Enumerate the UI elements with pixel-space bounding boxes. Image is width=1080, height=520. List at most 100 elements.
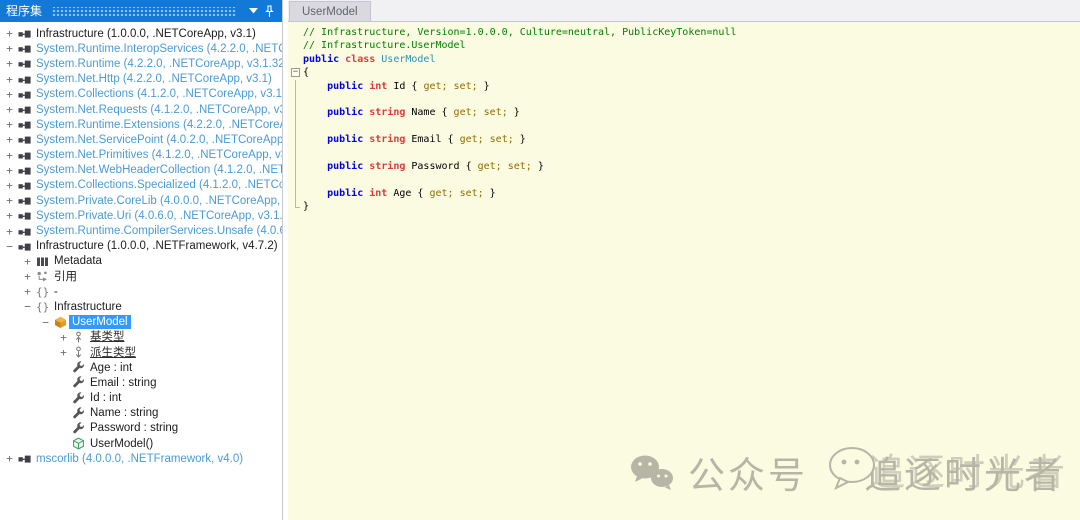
fold-gutter (290, 53, 303, 66)
assembly-icon (16, 133, 33, 147)
tree-item[interactable]: − UserModel (0, 315, 282, 330)
tree-item-label[interactable]: System.Runtime (4.2.2.0, .NETCoreApp, v3… (33, 57, 282, 71)
expand-icon[interactable]: + (3, 28, 16, 39)
tree-item[interactable]: + 引用 (0, 269, 282, 284)
tree-item[interactable]: Email : string (0, 375, 282, 390)
tree-item-label[interactable]: Name : string (87, 406, 161, 420)
assemblies-panel-header[interactable]: 程序集 (0, 0, 282, 22)
tree-item-label[interactable]: Id : int (87, 391, 124, 405)
expand-icon[interactable]: + (3, 119, 16, 130)
tree-item-label[interactable]: UserModel() (87, 437, 156, 451)
assembly-icon (16, 194, 33, 208)
pin-icon[interactable] (262, 3, 276, 19)
code-token: // Infrastructure.UserModel (303, 40, 466, 52)
tree-item-label[interactable]: Infrastructure (1.0.0.0, .NETFramework, … (33, 239, 281, 253)
tree-item[interactable]: + mscorlib (4.0.0.0, .NETFramework, v4.0) (0, 451, 282, 466)
tree-item-label[interactable]: System.Net.Http (4.2.2.0, .NETCoreApp, v… (33, 72, 275, 86)
code-view[interactable]: // Infrastructure, Version=1.0.0.0, Cult… (288, 22, 1080, 520)
watermark-name: 追逐时光者 (864, 455, 1064, 496)
tree-item[interactable]: + System.Collections (4.1.2.0, .NETCoreAp… (0, 87, 282, 102)
watermark: 公众号 追逐时光者 (628, 445, 1064, 506)
expand-icon[interactable]: + (21, 256, 34, 267)
tree-item-label[interactable]: 引用 (51, 270, 80, 284)
tree-item-label[interactable]: System.Net.Primitives (4.1.2.0, .NETCore… (33, 148, 282, 162)
tree-item-label[interactable]: Age : int (87, 361, 135, 375)
code-token: string (369, 107, 406, 119)
expand-icon[interactable]: + (3, 180, 16, 191)
expand-icon[interactable]: + (3, 104, 16, 115)
code-token: get; set; (429, 187, 484, 199)
tree-item-label[interactable]: System.Private.Uri (4.0.6.0, .NETCoreApp… (33, 209, 282, 223)
tree-item-label[interactable]: System.Runtime.Extensions (4.2.2.0, .NET… (33, 118, 282, 132)
expand-icon[interactable]: + (3, 165, 16, 176)
tree-item-label[interactable]: System.Private.CoreLib (4.0.0.0, .NETCor… (33, 194, 282, 208)
tree-item[interactable]: + System.Runtime (4.2.2.0, .NETCoreApp, v… (0, 56, 282, 71)
expand-icon[interactable]: + (57, 332, 70, 343)
tree-item[interactable]: + System.Runtime.CompilerServices.Unsafe … (0, 223, 282, 238)
tree-item[interactable]: + System.Net.Primitives (4.1.2.0, .NETCor… (0, 148, 282, 163)
tree-item-label[interactable]: - (51, 285, 61, 299)
tree-item[interactable]: − Infrastructure (1.0.0.0, .NETFramework,… (0, 239, 282, 254)
collapse-icon[interactable]: − (3, 241, 16, 252)
fold-marker[interactable]: − (290, 66, 303, 79)
tree-item[interactable]: + System.Private.Uri (4.0.6.0, .NETCoreAp… (0, 208, 282, 223)
tab-usermodel[interactable]: UserModel (289, 1, 371, 21)
expand-icon[interactable]: + (57, 347, 70, 358)
tree-item-label[interactable]: System.Runtime.CompilerServices.Unsafe (… (33, 224, 282, 238)
tree-item[interactable]: −{} Infrastructure (0, 299, 282, 314)
code-line (290, 92, 1080, 107)
tree-item[interactable]: + System.Private.CoreLib (4.0.0.0, .NETCo… (0, 193, 282, 208)
tree-item[interactable]: Password : string (0, 421, 282, 436)
expand-icon[interactable]: + (3, 134, 16, 145)
collapse-icon[interactable]: − (39, 317, 52, 328)
tree-item[interactable]: + System.Runtime.InteropServices (4.2.2.0… (0, 41, 282, 56)
tree-item[interactable]: +{} - (0, 284, 282, 299)
tree-item[interactable]: UserModel() (0, 436, 282, 451)
expand-icon[interactable]: + (3, 150, 16, 161)
tree-item[interactable]: + System.Net.Http (4.2.2.0, .NETCoreApp, … (0, 72, 282, 87)
expand-icon[interactable]: + (3, 195, 16, 206)
tree-item[interactable]: Age : int (0, 360, 282, 375)
tree-item-label[interactable]: 基类型 (87, 330, 128, 344)
expand-icon[interactable]: + (3, 43, 16, 54)
tree-item-label[interactable]: System.Collections.Specialized (4.1.2.0,… (33, 178, 282, 192)
collapse-icon[interactable]: − (21, 301, 34, 312)
tree-item-label[interactable]: mscorlib (4.0.0.0, .NETFramework, v4.0) (33, 452, 246, 466)
tree-item[interactable]: + System.Net.ServicePoint (4.0.2.0, .NETC… (0, 132, 282, 147)
expand-icon[interactable]: + (21, 286, 34, 297)
expand-icon[interactable]: + (3, 74, 16, 85)
tree-item-label[interactable]: Password : string (87, 421, 181, 435)
tree-item[interactable]: + System.Net.WebHeaderCollection (4.1.2.0… (0, 163, 282, 178)
tree-item[interactable]: + 基类型 (0, 330, 282, 345)
tree-item-label[interactable]: 派生类型 (87, 346, 139, 360)
tree-item-label[interactable]: UserModel (69, 315, 131, 330)
panel-drag-grip[interactable] (52, 6, 236, 16)
tree-item-label[interactable]: Metadata (51, 254, 105, 268)
tree-item[interactable]: Id : int (0, 391, 282, 406)
expand-icon[interactable]: + (3, 453, 16, 464)
tree-item-label[interactable]: System.Collections (4.1.2.0, .NETCoreApp… (33, 87, 282, 101)
tree-item-label[interactable]: System.Net.ServicePoint (4.0.2.0, .NETCo… (33, 133, 282, 147)
tree-item[interactable]: Name : string (0, 406, 282, 421)
code-line: public int Age { get; set; } (290, 186, 1080, 201)
tree-item-label[interactable]: Infrastructure (51, 300, 125, 314)
expand-icon[interactable]: + (3, 58, 16, 69)
tree-item[interactable]: + Metadata (0, 254, 282, 269)
expand-icon[interactable]: + (3, 89, 16, 100)
tree-item[interactable]: + System.Runtime.Extensions (4.2.2.0, .NE… (0, 117, 282, 132)
tree-item-label[interactable]: System.Net.Requests (4.1.2.0, .NETCoreAp… (33, 103, 282, 117)
chevron-down-icon[interactable] (246, 3, 260, 19)
tree-item[interactable]: + System.Collections.Specialized (4.1.2.0… (0, 178, 282, 193)
tree-item[interactable]: + 派生类型 (0, 345, 282, 360)
expand-icon[interactable]: + (3, 210, 16, 221)
tree-item-label[interactable]: System.Net.WebHeaderCollection (4.1.2.0,… (33, 163, 282, 177)
expand-icon[interactable]: + (21, 271, 34, 282)
fold-marker (290, 133, 303, 147)
tree-item-label[interactable]: Email : string (87, 376, 159, 390)
tree-item-label[interactable]: Infrastructure (1.0.0.0, .NETCoreApp, v3… (33, 27, 259, 41)
expand-icon[interactable]: + (3, 226, 16, 237)
tree-item[interactable]: + Infrastructure (1.0.0.0, .NETCoreApp, v… (0, 26, 282, 41)
tree-item[interactable]: + System.Net.Requests (4.1.2.0, .NETCoreA… (0, 102, 282, 117)
tree-item-label[interactable]: System.Runtime.InteropServices (4.2.2.0,… (33, 42, 282, 56)
code-token: public (327, 107, 370, 119)
